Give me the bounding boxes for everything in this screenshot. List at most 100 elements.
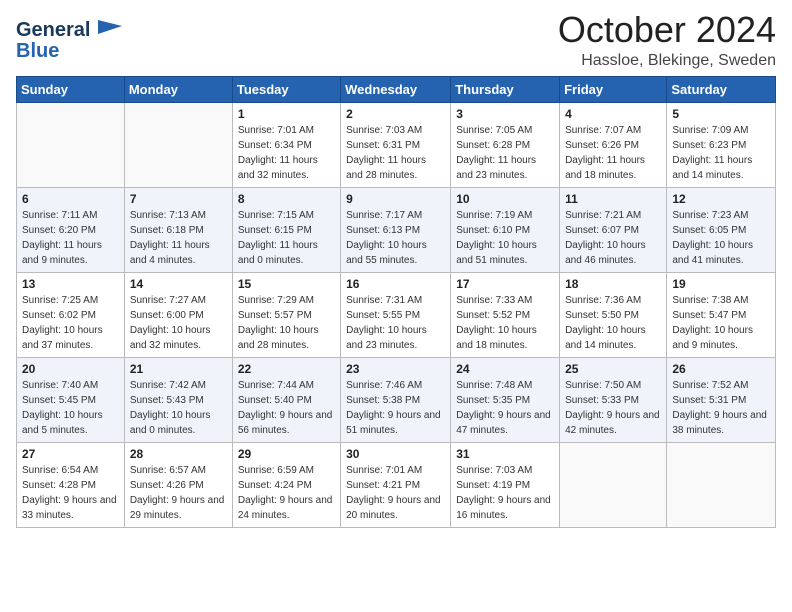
day-cell: 10Sunrise: 7:19 AMSunset: 6:10 PMDayligh…: [451, 187, 560, 272]
day-cell: 15Sunrise: 7:29 AMSunset: 5:57 PMDayligh…: [232, 272, 340, 357]
sunrise-text: Sunrise: 7:01 AM: [238, 123, 335, 138]
sunrise-text: Sunrise: 7:23 AM: [672, 208, 770, 223]
day-cell: 19Sunrise: 7:38 AMSunset: 5:47 PMDayligh…: [667, 272, 776, 357]
sunset-text: Sunset: 5:38 PM: [346, 393, 445, 408]
day-info: Sunrise: 7:50 AMSunset: 5:33 PMDaylight:…: [565, 378, 661, 438]
daylight-text: Daylight: 11 hours and 14 minutes.: [672, 153, 770, 183]
sunrise-text: Sunrise: 7:31 AM: [346, 293, 445, 308]
week-row-4: 20Sunrise: 7:40 AMSunset: 5:45 PMDayligh…: [17, 357, 776, 442]
sunset-text: Sunset: 6:15 PM: [238, 223, 335, 238]
sunrise-text: Sunrise: 7:27 AM: [130, 293, 227, 308]
day-number: 5: [672, 107, 770, 121]
sunrise-text: Sunrise: 7:01 AM: [346, 463, 445, 478]
sunset-text: Sunset: 5:45 PM: [22, 393, 119, 408]
day-info: Sunrise: 7:19 AMSunset: 6:10 PMDaylight:…: [456, 208, 554, 268]
day-info: Sunrise: 7:05 AMSunset: 6:28 PMDaylight:…: [456, 123, 554, 183]
logo-icon: [94, 16, 126, 44]
week-row-1: 1Sunrise: 7:01 AMSunset: 6:34 PMDaylight…: [17, 102, 776, 187]
daylight-text: Daylight: 10 hours and 32 minutes.: [130, 323, 227, 353]
day-info: Sunrise: 7:31 AMSunset: 5:55 PMDaylight:…: [346, 293, 445, 353]
day-cell: 23Sunrise: 7:46 AMSunset: 5:38 PMDayligh…: [341, 357, 451, 442]
day-number: 28: [130, 447, 227, 461]
day-info: Sunrise: 7:25 AMSunset: 6:02 PMDaylight:…: [22, 293, 119, 353]
daylight-text: Daylight: 11 hours and 32 minutes.: [238, 153, 335, 183]
day-info: Sunrise: 7:03 AMSunset: 4:19 PMDaylight:…: [456, 463, 554, 523]
day-number: 7: [130, 192, 227, 206]
daylight-text: Daylight: 9 hours and 20 minutes.: [346, 493, 445, 523]
day-number: 25: [565, 362, 661, 376]
logo: General Blue: [16, 16, 126, 63]
sunset-text: Sunset: 6:00 PM: [130, 308, 227, 323]
day-cell: 4 Sunrise: 7:07 AMSunset: 6:26 PMDaylight…: [560, 102, 667, 187]
day-cell: 27Sunrise: 6:54 AMSunset: 4:28 PMDayligh…: [17, 442, 125, 527]
day-cell: 5 Sunrise: 7:09 AMSunset: 6:23 PMDaylight…: [667, 102, 776, 187]
sunrise-text: Sunrise: 7:52 AM: [672, 378, 770, 393]
sunset-text: Sunset: 5:52 PM: [456, 308, 554, 323]
daylight-text: Daylight: 10 hours and 18 minutes.: [456, 323, 554, 353]
sunrise-text: Sunrise: 7:21 AM: [565, 208, 661, 223]
day-cell: 11Sunrise: 7:21 AMSunset: 6:07 PMDayligh…: [560, 187, 667, 272]
sunset-text: Sunset: 6:18 PM: [130, 223, 227, 238]
sunset-text: Sunset: 4:24 PM: [238, 478, 335, 493]
day-number: 18: [565, 277, 661, 291]
week-row-5: 27Sunrise: 6:54 AMSunset: 4:28 PMDayligh…: [17, 442, 776, 527]
day-cell: 22Sunrise: 7:44 AMSunset: 5:40 PMDayligh…: [232, 357, 340, 442]
daylight-text: Daylight: 9 hours and 56 minutes.: [238, 408, 335, 438]
day-cell: 12Sunrise: 7:23 AMSunset: 6:05 PMDayligh…: [667, 187, 776, 272]
day-info: Sunrise: 6:57 AMSunset: 4:26 PMDaylight:…: [130, 463, 227, 523]
sunset-text: Sunset: 6:23 PM: [672, 138, 770, 153]
daylight-text: Daylight: 9 hours and 33 minutes.: [22, 493, 119, 523]
day-info: Sunrise: 7:52 AMSunset: 5:31 PMDaylight:…: [672, 378, 770, 438]
day-cell: 26 Sunrise: 7:52 AMSunset: 5:31 PMDayligh…: [667, 357, 776, 442]
day-number: 26: [672, 362, 770, 376]
day-number: 15: [238, 277, 335, 291]
sunset-text: Sunset: 5:47 PM: [672, 308, 770, 323]
day-cell: 20Sunrise: 7:40 AMSunset: 5:45 PMDayligh…: [17, 357, 125, 442]
sunset-text: Sunset: 5:33 PM: [565, 393, 661, 408]
sunset-text: Sunset: 4:26 PM: [130, 478, 227, 493]
day-cell: 1Sunrise: 7:01 AMSunset: 6:34 PMDaylight…: [232, 102, 340, 187]
sunrise-text: Sunrise: 7:48 AM: [456, 378, 554, 393]
sunset-text: Sunset: 6:20 PM: [22, 223, 119, 238]
col-header-monday: Monday: [124, 76, 232, 102]
day-cell: 29Sunrise: 6:59 AMSunset: 4:24 PMDayligh…: [232, 442, 340, 527]
sunrise-text: Sunrise: 7:11 AM: [22, 208, 119, 223]
day-number: 16: [346, 277, 445, 291]
day-info: Sunrise: 7:46 AMSunset: 5:38 PMDaylight:…: [346, 378, 445, 438]
calendar: SundayMondayTuesdayWednesdayThursdayFrid…: [16, 76, 776, 528]
sunset-text: Sunset: 4:19 PM: [456, 478, 554, 493]
day-cell: 6Sunrise: 7:11 AMSunset: 6:20 PMDaylight…: [17, 187, 125, 272]
daylight-text: Daylight: 9 hours and 51 minutes.: [346, 408, 445, 438]
week-row-2: 6Sunrise: 7:11 AMSunset: 6:20 PMDaylight…: [17, 187, 776, 272]
day-number: 27: [22, 447, 119, 461]
day-info: Sunrise: 7:17 AMSunset: 6:13 PMDaylight:…: [346, 208, 445, 268]
sunrise-text: Sunrise: 7:09 AM: [672, 123, 770, 138]
sunset-text: Sunset: 5:50 PM: [565, 308, 661, 323]
day-cell: 8Sunrise: 7:15 AMSunset: 6:15 PMDaylight…: [232, 187, 340, 272]
day-number: 8: [238, 192, 335, 206]
sunrise-text: Sunrise: 6:54 AM: [22, 463, 119, 478]
daylight-text: Daylight: 9 hours and 16 minutes.: [456, 493, 554, 523]
day-cell: 30Sunrise: 7:01 AMSunset: 4:21 PMDayligh…: [341, 442, 451, 527]
daylight-text: Daylight: 11 hours and 4 minutes.: [130, 238, 227, 268]
sunrise-text: Sunrise: 7:38 AM: [672, 293, 770, 308]
day-number: 17: [456, 277, 554, 291]
location: Hassloe, Blekinge, Sweden: [558, 52, 776, 70]
sunrise-text: Sunrise: 7:13 AM: [130, 208, 227, 223]
day-info: Sunrise: 7:07 AMSunset: 6:26 PMDaylight:…: [565, 123, 661, 183]
sunrise-text: Sunrise: 6:57 AM: [130, 463, 227, 478]
day-number: 14: [130, 277, 227, 291]
daylight-text: Daylight: 10 hours and 55 minutes.: [346, 238, 445, 268]
day-cell: 14 Sunrise: 7:27 AMSunset: 6:00 PMDayligh…: [124, 272, 232, 357]
sunset-text: Sunset: 6:26 PM: [565, 138, 661, 153]
day-number: 21: [130, 362, 227, 376]
day-cell: 2Sunrise: 7:03 AMSunset: 6:31 PMDaylight…: [341, 102, 451, 187]
daylight-text: Daylight: 10 hours and 9 minutes.: [672, 323, 770, 353]
sunrise-text: Sunrise: 7:33 AM: [456, 293, 554, 308]
sunrise-text: Sunrise: 7:07 AM: [565, 123, 661, 138]
col-header-tuesday: Tuesday: [232, 76, 340, 102]
day-cell: [667, 442, 776, 527]
day-number: 3: [456, 107, 554, 121]
day-info: Sunrise: 7:33 AMSunset: 5:52 PMDaylight:…: [456, 293, 554, 353]
day-number: 4: [565, 107, 661, 121]
